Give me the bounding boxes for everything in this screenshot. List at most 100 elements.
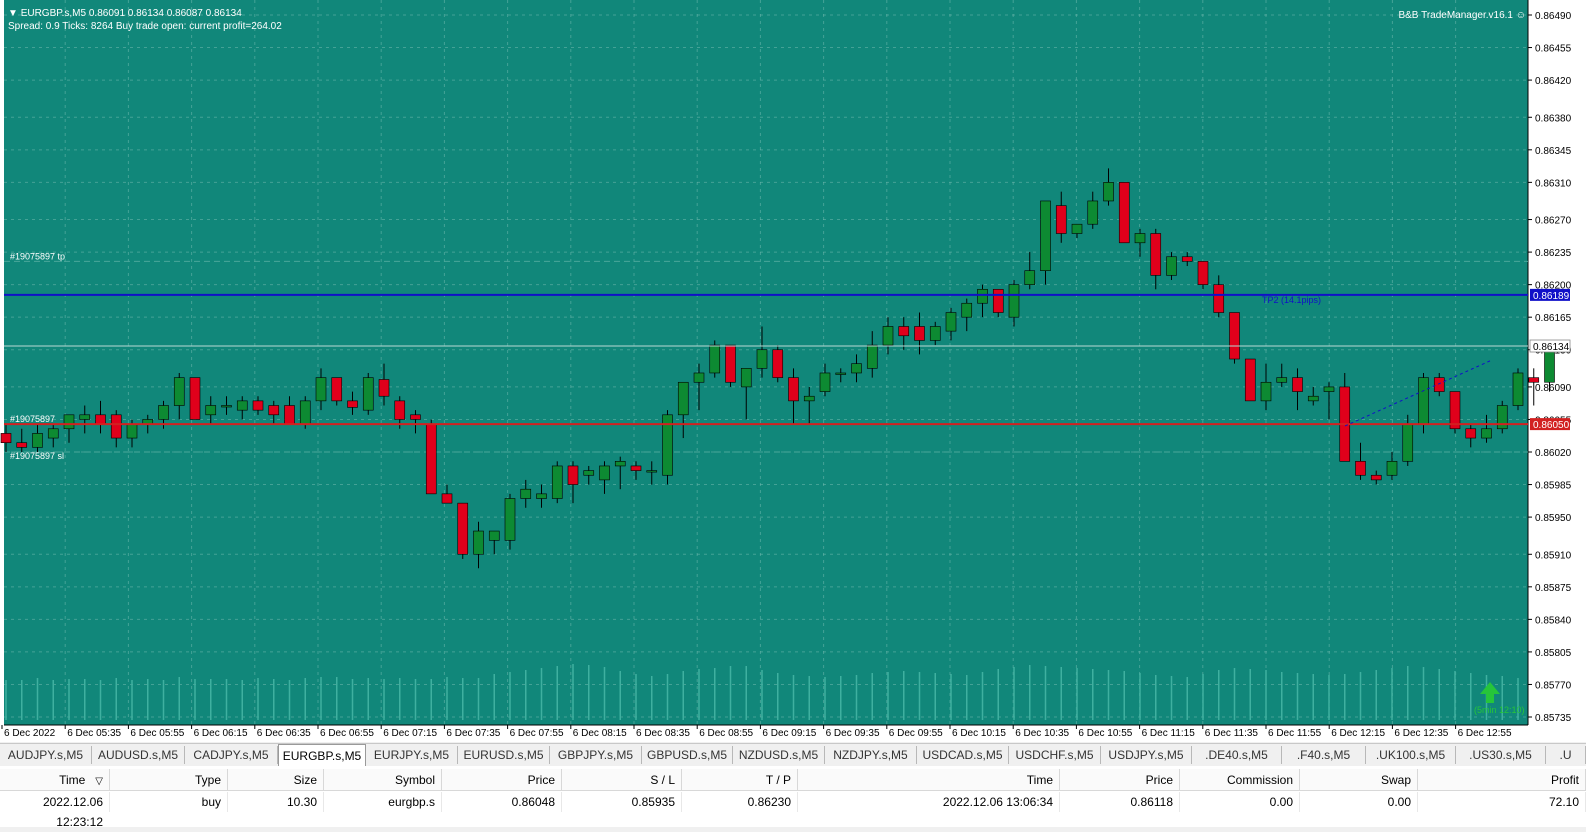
candle-body — [536, 493, 547, 499]
time-axis-label: 6 Dec 10:15 — [952, 728, 1006, 739]
tab-u[interactable]: .U — [1546, 746, 1586, 764]
tab-de40-s-m5[interactable]: .DE40.s,M5 — [1192, 746, 1282, 764]
cell-tp: 0.86230 — [682, 792, 798, 812]
cell-symbol: eurgbp.s — [324, 792, 442, 812]
price-axis-label: 0.85950 — [1535, 513, 1572, 524]
tab-cadjpy-s-m5[interactable]: CADJPY.s,M5 — [185, 746, 278, 764]
price-axis-label: 0.85910 — [1535, 550, 1572, 561]
cell-size: 10.30 — [228, 792, 324, 812]
candle-body — [866, 344, 878, 369]
candle-body — [1213, 284, 1225, 313]
price-axis-label: 0.86380 — [1535, 113, 1572, 124]
candle-body — [473, 530, 484, 555]
time-axis-label: 6 Dec 08:15 — [573, 728, 627, 739]
candle-body — [1229, 312, 1240, 360]
tab-us30-s-m5[interactable]: .US30.s,M5 — [1456, 746, 1546, 764]
time-axis-label: 6 Dec 06:55 — [320, 728, 374, 739]
candle-body — [205, 405, 217, 416]
tab-usdchf-s-m5[interactable]: USDCHF.s,M5 — [1009, 746, 1101, 764]
candle-body — [1402, 423, 1414, 462]
time-axis-label: 6 Dec 09:35 — [826, 728, 880, 739]
chart-window[interactable]: 0.86490 0.86455 0.86420 0.86380 0.86345 0.863… — [0, 0, 1586, 742]
price-axis-label: 0.86090 — [1535, 383, 1572, 394]
candle-body — [929, 326, 941, 341]
cell-close-time: 2022.12.06 13:06:34 — [798, 792, 1060, 812]
tab-usdcad-s-m5[interactable]: USDCAD.s,M5 — [917, 746, 1009, 764]
candle-body — [520, 488, 532, 499]
candle-body — [803, 395, 815, 402]
table-row[interactable]: 2022.12.06 12:23:12 buy 10.30 eurgbp.s 0.860… — [0, 766, 1586, 829]
price-axis-label: 0.85840 — [1535, 615, 1572, 626]
candle-body — [914, 326, 925, 341]
candle-body — [221, 405, 232, 408]
tab-gbpusd-s-m5[interactable]: GBPUSD.s,M5 — [642, 746, 733, 764]
tab-f40-s-m5[interactable]: .F40.s,M5 — [1282, 746, 1366, 764]
candle-body — [410, 414, 421, 420]
tab-eurusd-s-m5[interactable]: EURUSD.s,M5 — [458, 746, 550, 764]
cell-swap: 0.00 — [1300, 792, 1418, 812]
candle-body — [362, 377, 374, 411]
price-axis-label: 0.86165 — [1535, 313, 1572, 324]
price-axis-label: 0.86420 — [1535, 76, 1572, 87]
cell-profit: 72.10 — [1418, 792, 1586, 812]
cell-close-price: 0.86118 — [1060, 792, 1180, 812]
candle-timer-label: (5min 12:10) — [1474, 705, 1525, 715]
candle-body — [1512, 372, 1524, 406]
candle-body — [1040, 200, 1051, 271]
brand-label: B&B TradeManager.v16.1 ☺ — [1398, 10, 1526, 21]
price-axis-label: 0.85875 — [1535, 583, 1572, 594]
candle-body — [1465, 428, 1477, 439]
candle-body — [394, 400, 406, 420]
time-axis-label: 6 Dec 07:15 — [383, 728, 437, 739]
chart-info-line: Spread: 0.9 Ticks: 8264 Buy trade open: … — [8, 21, 282, 32]
candle-body — [693, 372, 705, 383]
candle-body — [819, 372, 831, 392]
candle-body — [32, 433, 43, 448]
tab-usdjpy-s-m5[interactable]: USDJPY.s,M5 — [1101, 746, 1192, 764]
time-axis-label: 6 Dec 11:15 — [1142, 728, 1196, 739]
candle-body — [315, 377, 327, 402]
candle-body — [110, 414, 122, 439]
tab-audusd-s-m5[interactable]: AUDUSD.s,M5 — [92, 746, 185, 764]
candle-body — [992, 288, 1004, 313]
candle-body — [1370, 474, 1382, 481]
candle-body — [851, 363, 862, 374]
dropdown-arrow-icon[interactable]: ▼ — [8, 8, 21, 19]
candle-body — [79, 414, 91, 420]
candle-body — [1055, 205, 1067, 234]
tab-nzdjpy-s-m5[interactable]: NZDJPY.s,M5 — [825, 746, 917, 764]
candle-body — [1355, 461, 1366, 476]
candle-body — [158, 405, 169, 420]
candle-body — [347, 400, 358, 408]
candle-body — [1166, 256, 1177, 276]
tab-uk100-s-m5[interactable]: .UK100.s,M5 — [1366, 746, 1456, 764]
candle-body — [252, 400, 264, 411]
price-axis-label: 0.86345 — [1535, 146, 1572, 157]
candle-body — [1181, 256, 1193, 262]
time-axis-label: 6 Dec 07:35 — [446, 728, 500, 739]
tab-audjpy-s-m5[interactable]: AUDJPY.s,M5 — [0, 746, 92, 764]
price-axis-label: 0.86235 — [1535, 248, 1572, 259]
tab-eurjpy-s-m5[interactable]: EURJPY.s,M5 — [366, 746, 458, 764]
candle-body — [551, 465, 563, 499]
price-axis-label: 0.85770 — [1535, 680, 1572, 691]
candle-body — [1323, 386, 1335, 392]
tab-eurgbp-s-m5[interactable]: EURGBP.s,M5 — [278, 744, 366, 766]
sl-order-label: #19075897 sl — [10, 451, 64, 461]
tab-nzdusd-s-m5[interactable]: NZDUSD.s,M5 — [733, 746, 825, 764]
price-chart[interactable]: 0.86490 0.86455 0.86420 0.86380 0.86345 0.863… — [0, 0, 1586, 742]
time-axis-label: 6 Dec 10:55 — [1078, 728, 1132, 739]
candle-body — [299, 400, 311, 425]
chart-tab-bar: AUDJPY.s,M5 AUDUSD.s,M5 CADJPY.s,M5 EURGBP.… — [0, 743, 1586, 767]
candle-body — [1307, 395, 1319, 402]
trade-table: Time ▽ Type Size Symbol Price S / LT / P Time Pr… — [0, 766, 1586, 829]
candle-body — [63, 414, 75, 430]
tp-price-tag: 0.86189 — [1533, 291, 1570, 302]
candle-body — [1024, 270, 1036, 285]
candle-body — [1103, 182, 1114, 202]
candle-body — [945, 312, 957, 332]
candle-body — [268, 405, 280, 416]
time-axis-label: 6 Dec 11:55 — [1268, 728, 1322, 739]
candle-body — [441, 493, 453, 504]
tab-gbpjpy-s-m5[interactable]: GBPJPY.s,M5 — [550, 746, 642, 764]
